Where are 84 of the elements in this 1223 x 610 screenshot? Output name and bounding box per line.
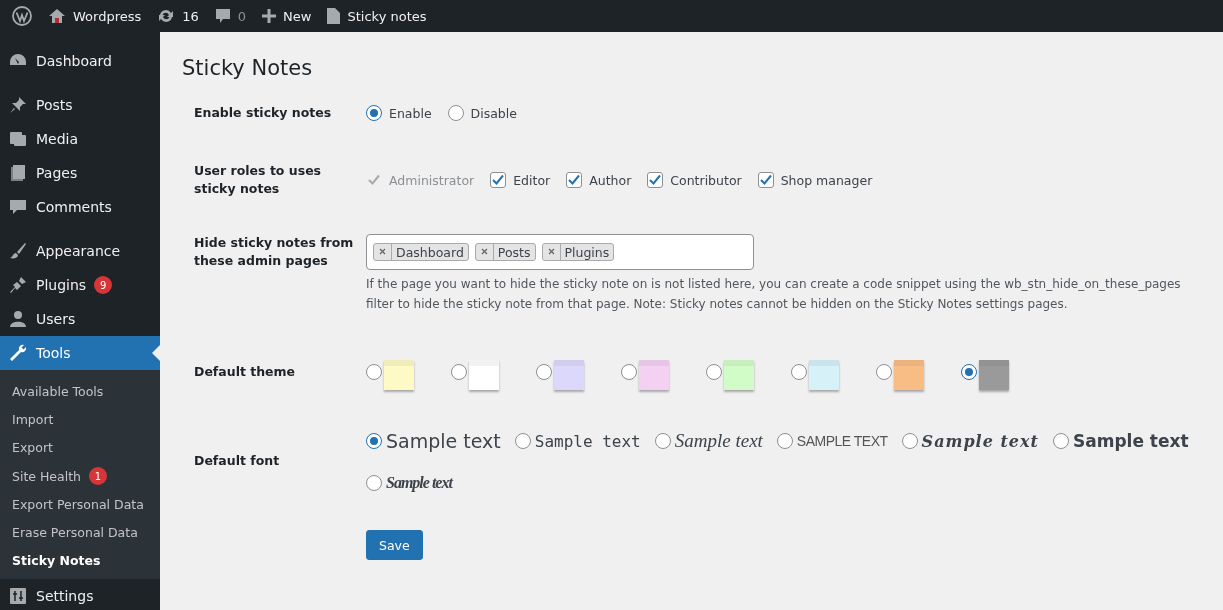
font-option[interactable]: SAMPLE TEXT xyxy=(776,433,888,449)
submenu-item[interactable]: Erase Personal Data xyxy=(0,518,160,547)
tag-chip[interactable]: Plugins xyxy=(541,243,615,261)
sidebar-item[interactable]: Comments xyxy=(0,190,160,224)
theme-radio[interactable] xyxy=(791,364,807,380)
user-icon xyxy=(8,309,28,329)
font-option[interactable]: Sample text xyxy=(366,430,501,452)
checkbox-option[interactable]: Author xyxy=(566,172,632,188)
font-option[interactable]: Sample text xyxy=(366,474,452,492)
sidebar-item[interactable]: Settings xyxy=(0,579,160,610)
admin-bar-link[interactable]: Wordpress xyxy=(42,0,152,32)
paintbrush-icon xyxy=(8,241,28,261)
sidebar-item[interactable]: Posts xyxy=(0,78,160,122)
submenu-item[interactable]: Import xyxy=(0,405,160,434)
note-swatch[interactable] xyxy=(894,360,924,390)
note-swatch[interactable] xyxy=(554,360,584,390)
admin-bar-link[interactable]: New xyxy=(256,0,322,32)
sidebar-item[interactable]: Plugins 9 xyxy=(0,268,160,302)
document-icon xyxy=(327,8,341,24)
sidebar-item[interactable]: Pages xyxy=(0,156,160,190)
sidebar-item[interactable]: Dashboard xyxy=(0,34,160,78)
help-text: If the page you want to hide the sticky note on is not listed here, you can create a code snippet using the wb_stn_hide_on_these_pages filter to hide the sticky note from that page. Note: Sticky notes cannot be hidden on the Sticky Notes settings pages. xyxy=(366,276,1182,313)
sliders-icon xyxy=(8,586,28,607)
theme-radio[interactable] xyxy=(961,364,977,380)
checkmark-icon xyxy=(367,173,381,187)
comment-icon xyxy=(8,197,28,217)
theme-radio[interactable] xyxy=(536,364,552,380)
checkmark-icon xyxy=(648,173,663,187)
font-option[interactable]: Sample text xyxy=(654,430,763,452)
home-icon xyxy=(48,8,66,24)
radio-option[interactable]: Enable xyxy=(366,105,432,121)
submenu-item[interactable]: Export xyxy=(0,433,160,462)
submenu-item[interactable]: Available Tools xyxy=(0,377,160,406)
page-title: Sticky Notes xyxy=(182,56,314,80)
wrench-icon xyxy=(8,343,28,363)
checkbox-option[interactable]: Editor xyxy=(490,172,551,188)
save-button[interactable]: Save xyxy=(366,530,423,560)
font-option[interactable]: Sample text xyxy=(901,431,1039,451)
refresh-icon xyxy=(157,8,176,24)
checkbox-option[interactable]: Contributor xyxy=(647,172,742,188)
pushpin-icon xyxy=(8,95,28,115)
submenu-item[interactable]: Export Personal Data xyxy=(0,490,160,519)
note-swatch[interactable] xyxy=(809,360,839,390)
note-swatch[interactable] xyxy=(469,360,499,390)
note-swatch[interactable] xyxy=(639,360,669,390)
field-label: Default font xyxy=(193,452,281,470)
plug-icon xyxy=(8,275,28,295)
field-label: Hide sticky notes from these admin pages xyxy=(193,234,355,270)
admin-bar-link[interactable]: 16 xyxy=(151,0,209,32)
pages-icon xyxy=(8,163,28,183)
sidebar-item[interactable]: Users xyxy=(0,302,160,336)
theme-radio[interactable] xyxy=(706,364,722,380)
sidebar-item[interactable]: Media xyxy=(0,122,160,156)
admin-bar-link[interactable]: Sticky notes xyxy=(321,0,437,32)
count-badge: 1 xyxy=(89,467,108,486)
media-icon xyxy=(8,129,28,149)
checkmark-icon xyxy=(491,173,506,187)
admin-bar-link[interactable]: 0 xyxy=(208,0,257,32)
note-swatch[interactable] xyxy=(384,360,414,390)
field-label: Enable sticky notes xyxy=(193,104,333,122)
sidebar-item[interactable]: Appearance xyxy=(0,224,160,268)
font-option[interactable]: Sample text xyxy=(514,431,641,451)
field-label: User roles to uses sticky notes xyxy=(193,162,323,198)
tag-chip[interactable]: Posts xyxy=(474,243,536,261)
tag-chip[interactable]: Dashboard xyxy=(373,243,469,261)
theme-radio[interactable] xyxy=(366,364,382,380)
sidebar-item[interactable]: Tools xyxy=(0,336,160,370)
comment-icon xyxy=(214,8,231,24)
theme-radio[interactable] xyxy=(621,364,637,380)
count-badge: 9 xyxy=(94,276,113,294)
field-label: Default theme xyxy=(193,363,297,381)
plus-icon xyxy=(262,9,277,23)
submenu-item[interactable]: Site Health 1 xyxy=(0,461,160,491)
note-swatch[interactable] xyxy=(724,360,754,390)
checkbox-option[interactable]: Shop manager xyxy=(757,172,873,188)
checkmark-icon xyxy=(758,173,773,187)
radio-option[interactable]: Disable xyxy=(447,105,517,121)
submenu-item[interactable]: Sticky Notes xyxy=(0,546,160,576)
checkmark-icon xyxy=(567,173,582,187)
theme-radio[interactable] xyxy=(451,364,467,380)
note-swatch[interactable] xyxy=(979,360,1009,390)
theme-radio[interactable] xyxy=(876,364,892,380)
font-option[interactable]: Sample text xyxy=(1052,431,1189,451)
tag-select-field[interactable]: Dashboard Posts Plugins xyxy=(366,234,754,270)
